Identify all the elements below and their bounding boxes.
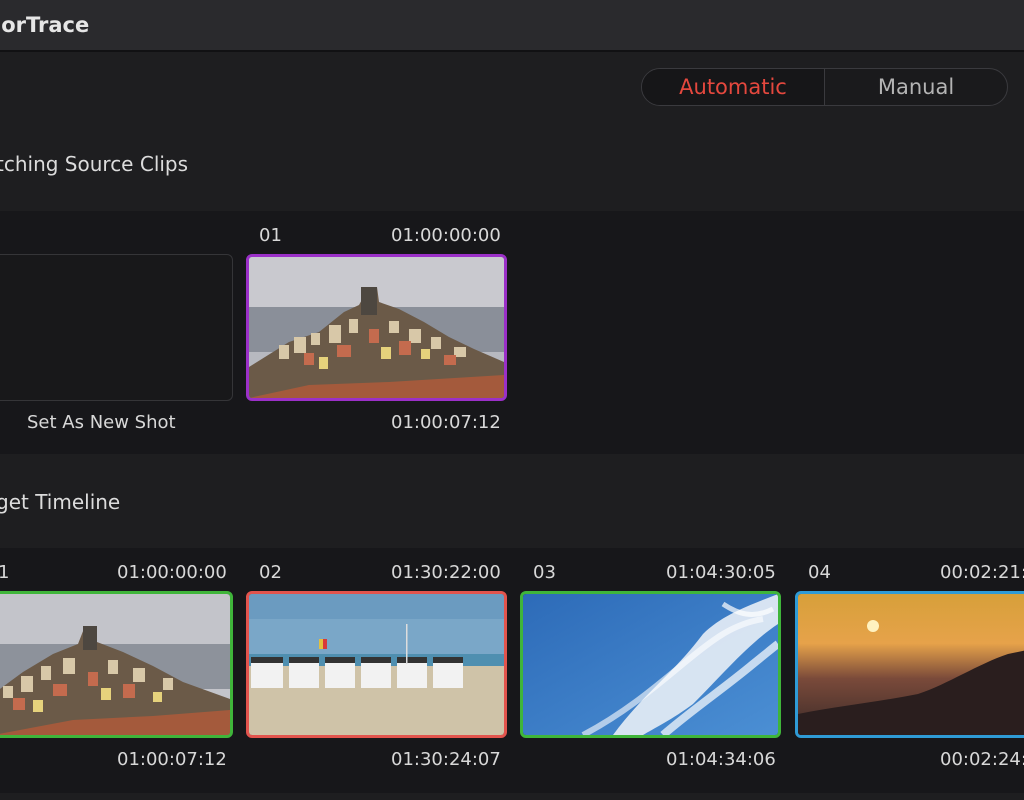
sky-clouds-image xyxy=(523,594,778,735)
automatic-mode-button[interactable]: Automatic xyxy=(642,69,825,105)
target-clip-1-number: 1 xyxy=(0,562,10,583)
coastal-village-image xyxy=(0,594,230,735)
target-clip-2-start-tc: 01:30:22:00 xyxy=(391,562,501,583)
target-timeline-heading: get Timeline xyxy=(0,490,121,514)
target-clip-4-thumbnail[interactable] xyxy=(795,591,1024,738)
new-shot-slot[interactable] xyxy=(0,254,233,401)
source-clip-end-tc: 01:00:07:12 xyxy=(391,412,501,433)
source-clip-number: 01 xyxy=(259,225,282,246)
target-clip-3-start-tc: 01:04:30:05 xyxy=(666,562,776,583)
target-clip-1-start-tc: 01:00:00:00 xyxy=(117,562,227,583)
beach-huts-image xyxy=(249,594,504,735)
target-clip-1-thumbnail[interactable] xyxy=(0,591,233,738)
target-clip-1-end-tc: 01:00:07:12 xyxy=(117,749,227,770)
target-clip-3-number: 03 xyxy=(533,562,556,583)
target-clip-3-end-tc: 01:04:34:06 xyxy=(666,749,776,770)
target-clip-2-thumbnail[interactable] xyxy=(246,591,507,738)
target-clip-4-number: 04 xyxy=(808,562,831,583)
source-clip-thumbnail[interactable] xyxy=(246,254,507,401)
target-clip-2-number: 02 xyxy=(259,562,282,583)
window-title: lorTrace xyxy=(0,13,90,37)
set-as-new-shot-label[interactable]: Set As New Shot xyxy=(27,412,176,433)
source-clip-start-tc: 01:00:00:00 xyxy=(391,225,501,246)
target-clip-4-end-tc: 00:02:24:1 xyxy=(940,749,1024,770)
target-clip-4-start-tc: 00:02:21:0 xyxy=(940,562,1024,583)
sunset-mountain-image xyxy=(798,594,1024,735)
coastal-village-image xyxy=(249,257,504,398)
mode-toggle[interactable]: Automatic Manual xyxy=(641,68,1008,106)
target-clip-2-end-tc: 01:30:24:07 xyxy=(391,749,501,770)
manual-mode-button[interactable]: Manual xyxy=(825,69,1007,105)
target-clip-3-thumbnail[interactable] xyxy=(520,591,781,738)
source-clips-heading: tching Source Clips xyxy=(0,152,189,176)
title-bar: lorTrace xyxy=(0,0,1024,52)
